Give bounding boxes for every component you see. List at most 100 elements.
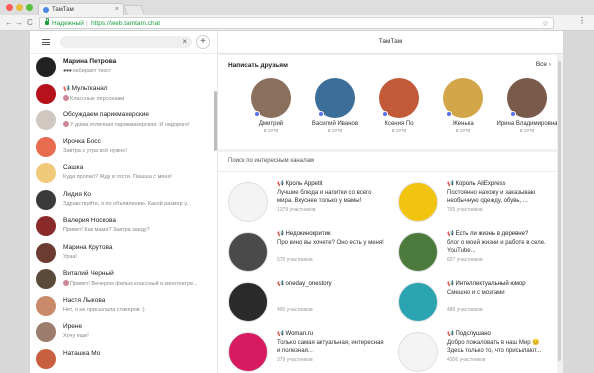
channel-name: 📢 Подслушано	[447, 331, 491, 337]
channel-members: 576 участников	[277, 257, 313, 263]
sidebar-scrollbar[interactable]	[214, 91, 217, 151]
channel-members: 4306 участников	[447, 357, 486, 363]
chat-last-message: Ураа!	[63, 254, 215, 260]
chat-last-message: Завтра с утра всё нужно!	[63, 148, 215, 154]
reload-icon[interactable]: C	[27, 18, 33, 27]
friend-item[interactable]: Ксения По в сети	[367, 78, 431, 134]
chat-list-item[interactable]: Виталий Черный Привет! Вечером фильм клас…	[30, 266, 214, 292]
tab-close-icon[interactable]: ×	[115, 6, 119, 13]
bookmark-star-icon[interactable]: ☆	[542, 19, 549, 28]
channels-section: Поиск по интересным каналам 📢 Кроль Appe…	[218, 152, 557, 373]
forward-icon[interactable]: →	[15, 18, 23, 27]
clear-search-icon[interactable]: ×	[182, 37, 187, 46]
channel-description: Про кино вы хочете? Оно есть у меня!	[277, 240, 384, 246]
minimize-window-button[interactable]	[16, 4, 23, 11]
megaphone-icon: 📢	[277, 231, 284, 237]
chat-last-message: Привет! Как мама? Завтра заеду?	[63, 227, 215, 233]
friend-item[interactable]: Дмитрий в сети	[239, 78, 303, 134]
friend-item[interactable]: Василий Иванов в сети	[303, 78, 367, 134]
avatar	[36, 163, 56, 183]
main-scrollbar[interactable]	[558, 61, 561, 361]
chat-list-item[interactable]: Настя Лыкова Нет, я не присылала стикеров…	[30, 293, 214, 319]
chat-name-text: Лидия Ко	[63, 190, 92, 198]
avatar	[36, 322, 56, 342]
channel-name: 📢 Интеллектуальный юмор	[447, 281, 526, 287]
chat-name-text: Мультканал	[71, 84, 108, 92]
browser-menu-icon[interactable]: ⋮	[578, 17, 586, 25]
channel-card[interactable]: 📢 Woman.ru Только самая актуальная, интер…	[218, 328, 388, 373]
online-status-icon	[510, 111, 516, 117]
channel-members: 400 участников	[277, 307, 313, 313]
chevron-right-icon: ›	[548, 61, 551, 68]
chat-name-text: Сашка	[63, 164, 84, 171]
channel-members: 1379 участников	[277, 207, 316, 213]
channel-card[interactable]: 📢 Подслушано Добро пожаловать в наш Мир 😊…	[388, 328, 558, 373]
chat-last-message: Привет! Вечером фильм классный в кинотеа…	[63, 280, 215, 287]
avatar	[36, 348, 56, 369]
online-status-icon	[318, 111, 324, 117]
chat-last-message: Здравствуйте, я по объявлению. Какой раз…	[63, 201, 215, 207]
friend-avatar	[379, 78, 419, 118]
chat-name: 📢 Мультканал	[63, 85, 108, 92]
friend-item[interactable]: Женька в сети	[431, 78, 495, 134]
main-panel: ТамТам Написать друзьям Все › Дмитрий в с…	[218, 31, 563, 373]
see-all-friends-link[interactable]: Все ›	[536, 61, 551, 68]
address-bar[interactable]: Надежный | https://web.tamtam.chat ☆	[39, 17, 554, 29]
chat-list-item[interactable]: Сашка Куда пропал? Жду в гости. Пишша с м…	[30, 160, 214, 186]
megaphone-icon: 📢	[277, 281, 284, 287]
url-text[interactable]: https://web.tamtam.chat	[91, 20, 160, 27]
chat-name-text: Ирочка Босс	[63, 137, 101, 145]
chat-name-text: Марина Петрова	[63, 58, 117, 65]
chat-list-item[interactable]: Марина Крутова Ураа!	[30, 240, 214, 266]
friend-avatar	[507, 78, 547, 118]
hamburger-menu-icon[interactable]	[42, 39, 50, 45]
megaphone-icon: 📢	[447, 331, 454, 337]
avatar	[36, 269, 56, 289]
channel-description: Только самая актуальная, интересная и по…	[277, 340, 384, 354]
channel-members: 379 участников	[277, 357, 313, 363]
chat-list-item[interactable]: Марина Петрова ●●● набирает текст	[30, 54, 214, 80]
browser-tab[interactable]: ТамТам ×	[38, 3, 124, 15]
megaphone-icon: 📢	[277, 181, 284, 187]
chat-name: Ирочка Босс	[63, 138, 101, 145]
back-icon[interactable]: ←	[5, 18, 13, 27]
chat-list-item[interactable]: Наташка Мо	[30, 346, 214, 372]
megaphone-icon: 📢	[447, 281, 454, 287]
see-all-label: Все	[535, 61, 548, 68]
friend-item[interactable]: Ирина Владимировна в сети	[495, 78, 559, 134]
browser-tab-bar: ТамТам ×	[0, 0, 594, 15]
chat-message-text: Ураа!	[63, 253, 77, 260]
chat-message-text: набирает текст	[72, 68, 112, 74]
chat-list-item[interactable]: Обсуждаем парикмахерские У дома отличная …	[30, 107, 214, 133]
chat-list-item[interactable]: Валерия Носкова Привет! Как мама? Завтра …	[30, 213, 214, 239]
friend-status: в сети	[519, 128, 535, 134]
chat-name: Обсуждаем парикмахерские	[63, 111, 149, 118]
friend-avatar	[315, 78, 355, 118]
secure-label: Надежный	[52, 20, 84, 27]
channel-name: 📢 Король AliExpress	[447, 181, 506, 187]
search-input[interactable]: ×	[60, 36, 192, 48]
chat-list-item[interactable]: Ирочка Босс Завтра с утра всё нужно!	[30, 134, 214, 160]
new-tab-button[interactable]	[123, 5, 145, 15]
chat-list-item[interactable]: Ирене Хочу еще!	[30, 319, 214, 345]
friend-status: в сети	[455, 128, 471, 134]
chat-list-item[interactable]: Лидия Ко Здравствуйте, я по объявлению. К…	[30, 187, 214, 213]
channel-avatar	[398, 182, 438, 222]
new-chat-button[interactable]: +	[196, 35, 210, 49]
maximize-window-button[interactable]	[26, 4, 33, 11]
tab-title: ТамТам	[52, 6, 74, 13]
channel-avatar	[398, 232, 438, 272]
chat-name: Марина Петрова	[63, 58, 116, 65]
channel-name-text: Woman.ru	[285, 331, 314, 337]
channel-members: 489 участников	[447, 307, 483, 313]
channel-avatar	[228, 282, 268, 322]
chat-last-message: ●●● набирает текст	[63, 68, 215, 74]
channel-name-text: oneday_onestory	[285, 281, 332, 287]
channel-name: 📢 Недокинокритик	[277, 231, 331, 237]
chat-last-message: Куда пропал? Жду в гости. Пишша с меня!	[63, 174, 215, 180]
divider	[218, 171, 557, 172]
chat-list-item[interactable]: 📢 Мультканал Классные персонажи	[30, 81, 214, 107]
close-window-button[interactable]	[6, 4, 13, 11]
friend-name: Дмитрий	[258, 121, 284, 127]
chat-sidebar: × + Марина Петрова ●●● набирает текст 📢 Му…	[30, 31, 218, 373]
